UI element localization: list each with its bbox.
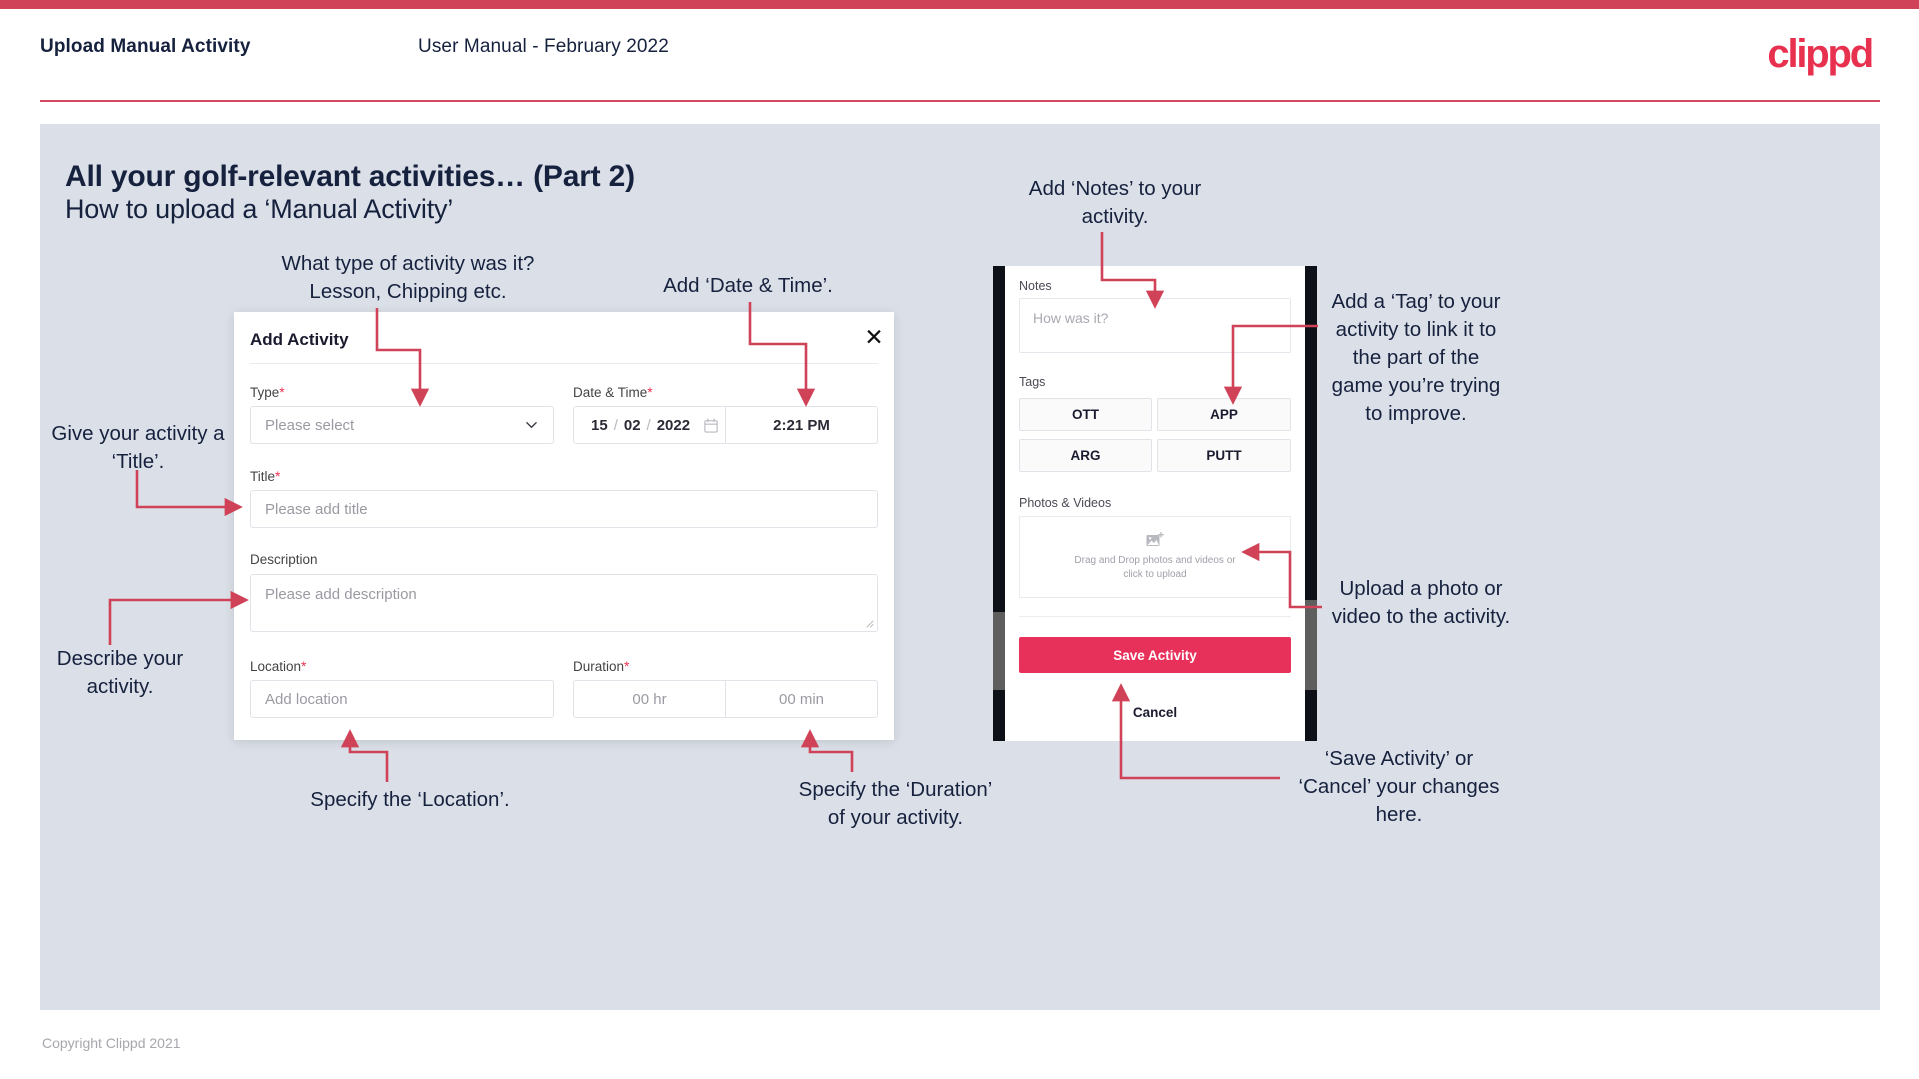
- type-select[interactable]: Please select: [250, 406, 554, 444]
- annotation-notes: Add ‘Notes’ to your activity.: [1028, 177, 1202, 228]
- header-divider: [40, 100, 1880, 102]
- date-month: 02: [623, 416, 641, 434]
- tags-label: Tags: [1019, 375, 1046, 389]
- title-input[interactable]: Please add title: [250, 490, 878, 528]
- save-activity-button[interactable]: Save Activity: [1019, 637, 1291, 673]
- cancel-button[interactable]: Cancel: [1019, 705, 1291, 720]
- annotation-title: Give your activity a ‘Title’.: [51, 422, 225, 473]
- phone-divider: [1019, 616, 1291, 617]
- location-input[interactable]: Add location: [250, 680, 554, 718]
- calendar-icon[interactable]: [704, 417, 718, 433]
- required-star: *: [624, 658, 630, 674]
- date-input[interactable]: 15 / 02 / 2022: [574, 407, 726, 443]
- location-label: Location*: [250, 658, 307, 674]
- tag-app[interactable]: APP: [1157, 398, 1291, 431]
- chevron-down-icon: [526, 422, 537, 429]
- resize-handle-icon[interactable]: [865, 619, 874, 628]
- date-sep: /: [646, 416, 651, 434]
- description-label: Description: [250, 552, 318, 567]
- dropzone-text: Drag and Drop photos and videos or click…: [1074, 555, 1236, 580]
- annotation-location: Specify the ‘Location’.: [310, 788, 510, 811]
- phone-side-button-right: [1305, 600, 1317, 690]
- description-input[interactable]: Please add description: [250, 574, 878, 632]
- duration-label: Duration*: [573, 658, 630, 674]
- notes-placeholder: How was it?: [1033, 310, 1109, 326]
- annotation-type: What type of activity was it? Lesson, Ch…: [281, 252, 535, 303]
- footer-copyright: Copyright Clippd 2021: [42, 1035, 181, 1051]
- annotation-datetime: Add ‘Date & Time’.: [663, 274, 833, 297]
- page-subtitle: How to upload a ‘Manual Activity’: [65, 194, 454, 224]
- datetime-group: 15 / 02 / 2022 2:21 PM: [573, 406, 878, 444]
- required-star: *: [647, 384, 653, 400]
- clippd-logo: clippd: [1767, 32, 1874, 76]
- notes-label: Notes: [1019, 279, 1052, 293]
- time-input[interactable]: 2:21 PM: [726, 407, 877, 443]
- location-placeholder: Add location: [265, 690, 348, 708]
- title-placeholder: Please add title: [265, 500, 368, 518]
- annotation-save-cancel: ‘Save Activity’ or ‘Cancel’ your changes…: [1298, 747, 1500, 826]
- description-placeholder: Please add description: [265, 586, 417, 603]
- datetime-label: Date & Time*: [573, 384, 653, 400]
- add-image-icon: [1146, 532, 1164, 546]
- required-star: *: [301, 658, 307, 674]
- slide-root: Upload Manual Activity User Manual - Feb…: [0, 0, 1919, 1079]
- tag-putt[interactable]: PUTT: [1157, 439, 1291, 472]
- tag-arg[interactable]: ARG: [1019, 439, 1152, 472]
- duration-group: 00 hr 00 min: [573, 680, 878, 718]
- annotation-description: Describe your activity.: [56, 647, 184, 698]
- close-icon[interactable]: ✕: [862, 325, 886, 349]
- phone-side-button-left: [993, 612, 1005, 690]
- tag-ott[interactable]: OTT: [1019, 398, 1152, 431]
- page-title: All your golf-relevant activities… (Part…: [65, 160, 635, 193]
- date-sep: /: [613, 416, 618, 434]
- header-center-title: User Manual - February 2022: [418, 36, 669, 57]
- photos-videos-label: Photos & Videos: [1019, 496, 1112, 510]
- type-placeholder: Please select: [265, 416, 355, 434]
- duration-hours-input[interactable]: 00 hr: [574, 681, 726, 717]
- date-day: 15: [591, 416, 608, 434]
- dialog-title: Add Activity: [250, 330, 349, 349]
- title-label: Title*: [250, 468, 281, 484]
- header-left-title: Upload Manual Activity: [40, 36, 251, 57]
- dialog-divider: [250, 363, 878, 364]
- duration-minutes-input[interactable]: 00 min: [726, 681, 877, 717]
- annotation-tag: Add a ‘Tag’ to your activity to link it …: [1331, 290, 1501, 425]
- required-star: *: [279, 384, 285, 400]
- date-year: 2022: [656, 416, 691, 434]
- annotation-duration: Specify the ‘Duration’ of your activity.: [798, 778, 993, 829]
- type-label: Type*: [250, 384, 285, 400]
- top-accent-bar: [0, 0, 1919, 9]
- photo-dropzone[interactable]: Drag and Drop photos and videos or click…: [1019, 516, 1291, 598]
- annotation-upload: Upload a photo or video to the activity.: [1331, 577, 1511, 628]
- required-star: *: [275, 468, 281, 484]
